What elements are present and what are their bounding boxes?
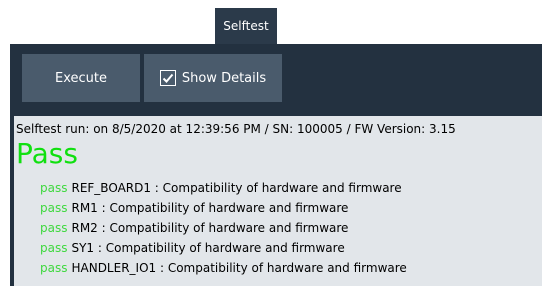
- overall-verdict: Pass: [16, 137, 78, 170]
- result-row: pass SY1 : Compatibility of hardware and …: [40, 238, 407, 258]
- checkmark-icon: [162, 73, 174, 83]
- pass-status: pass: [40, 181, 68, 195]
- pass-status: pass: [40, 221, 68, 235]
- result-row: pass RM2 : Compatibility of hardware and …: [40, 218, 407, 238]
- result-text: HANDLER_IO1 : Compatibility of hardware …: [71, 261, 407, 275]
- execute-button-label: Execute: [55, 70, 107, 86]
- tab-selftest-label: Selftest: [223, 19, 269, 33]
- run-info: Selftest run: on 8/5/2020 at 12:39:56 PM…: [16, 122, 456, 136]
- result-list: pass REF_BOARD1 : Compatibility of hardwa…: [40, 178, 407, 278]
- result-row: pass RM1 : Compatibility of hardware and …: [40, 198, 407, 218]
- result-text: RM1 : Compatibility of hardware and firm…: [71, 201, 349, 215]
- result-row: pass REF_BOARD1 : Compatibility of hardwa…: [40, 178, 407, 198]
- pass-status: pass: [40, 241, 68, 255]
- pass-status: pass: [40, 201, 68, 215]
- toolbar: Execute Show Details: [10, 44, 542, 112]
- pass-status: pass: [40, 261, 68, 275]
- result-text: REF_BOARD1 : Compatibility of hardware a…: [71, 181, 402, 195]
- result-row: pass HANDLER_IO1 : Compatibility of hardw…: [40, 258, 407, 278]
- show-details-label: Show Details: [181, 70, 267, 86]
- show-details-toggle[interactable]: Show Details: [144, 54, 282, 102]
- tab-selftest[interactable]: Selftest: [215, 8, 277, 44]
- show-details-checkbox[interactable]: [159, 70, 176, 86]
- result-area: Selftest run: on 8/5/2020 at 12:39:56 PM…: [14, 116, 542, 286]
- result-text: RM2 : Compatibility of hardware and firm…: [71, 221, 349, 235]
- selftest-panel: Execute Show Details Selftest run: on 8/…: [10, 44, 542, 286]
- execute-button[interactable]: Execute: [22, 54, 140, 102]
- result-text: SY1 : Compatibility of hardware and firm…: [71, 241, 345, 255]
